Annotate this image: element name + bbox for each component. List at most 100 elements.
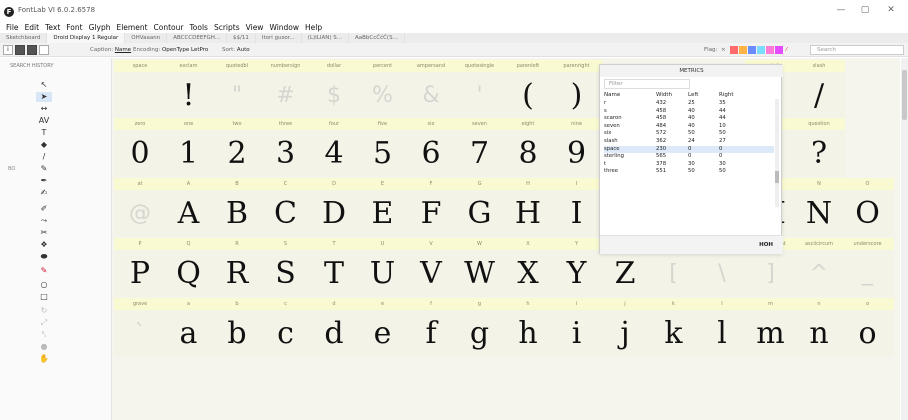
glyph-cell-O[interactable]: OO [841,178,894,237]
glyph-cell-F[interactable]: FF [405,178,457,237]
glyph-cell-nine[interactable]: nine 9 [550,118,603,177]
menu-element[interactable]: Element [113,22,150,33]
glyph-cell-W[interactable]: WW [453,238,506,297]
glyph-cell-X[interactable]: XX [502,238,554,297]
metrics-row[interactable]: scaron 458 40 44 [604,115,774,122]
glyph-cell-dollar[interactable]: dollar $ [308,60,360,119]
metrics-row[interactable]: space 230 0 0 [604,145,774,153]
metrics-scroll-thumb[interactable] [775,171,779,183]
grid-scrollbar[interactable] [901,58,908,420]
glyph-cell-slash[interactable]: slash / [793,60,845,119]
encoding-control[interactable]: Encoding: OpenType LetPro [133,46,208,54]
glyph-cell-seven[interactable]: seven 7 [453,118,506,177]
glyph-cell-two[interactable]: two 2 [211,118,263,177]
glyph-cell-j[interactable]: jj [599,298,651,357]
flag-color-4[interactable] [766,46,774,54]
menu-help[interactable]: Help [302,22,325,33]
menu-edit[interactable]: Edit [22,22,43,33]
flag-clear-button[interactable]: × [721,46,726,54]
tab-4[interactable]: $$/11 [227,33,256,43]
flag-color-0[interactable] [730,46,738,54]
glyph-cell-I[interactable]: II [550,178,603,237]
metrics-row[interactable]: slash 362 24 27 [604,138,774,145]
glyph-cell-S[interactable]: SS [259,238,312,297]
node-icon[interactable]: ❖ [36,240,52,250]
tab-3[interactable]: ABCCCDEEFGH... [167,33,228,43]
scale-icon[interactable]: ⤢ [36,318,52,328]
metrics-row[interactable]: three 551 50 50 [604,168,774,175]
glyph-cell-percent[interactable]: percent% [356,60,409,119]
metrics-row[interactable]: sterling 565 0 0 [604,153,774,160]
glyph-cell-underscore[interactable]: underscore _ [841,238,894,297]
flag-color-5[interactable] [775,46,783,54]
text-icon[interactable]: T [36,128,52,138]
panel-toggle-icon[interactable] [39,45,49,55]
glyph-cell-eight[interactable]: eight 8 [502,118,554,177]
col-right-header[interactable]: Right [719,91,733,99]
flag-color-2[interactable] [748,46,756,54]
glyph-cell-e[interactable]: ee [356,298,409,357]
glyph-cell-parenright[interactable]: parenright) [550,60,603,119]
glyph-cell-exclam[interactable]: exclam! [162,60,215,119]
search-input[interactable]: Search [810,45,904,55]
rapid-pen-icon[interactable]: ✐ [36,204,52,214]
tab-7[interactable]: AaBbCcĈčĈ(S... [349,33,405,43]
glyph-cell-asciicircum[interactable]: asciicircum ^ [793,238,845,297]
knife-icon[interactable]: ↔ [36,104,52,114]
flag-color-3[interactable] [757,46,765,54]
arrow-icon[interactable]: ↖ [36,80,52,90]
rectangle-icon[interactable]: □ [36,292,52,302]
glyph-cell-n[interactable]: nn [793,298,845,357]
eyedropper-icon[interactable]: ✎ [36,266,52,276]
glyph-cell-zero[interactable]: zero 0 [114,118,166,177]
menu-file[interactable]: File [3,22,22,33]
tab-2[interactable]: OHVaaann [125,33,168,43]
glyph-cell-m[interactable]: mm [744,298,797,357]
metrics-row[interactable]: t 378 30 30 [604,161,774,168]
brush-icon[interactable]: ✎ [36,164,52,174]
glyph-cell-question[interactable]: question? [793,118,845,177]
cells-view-icon[interactable] [15,45,25,55]
glyph-cell-P[interactable]: PP [114,238,166,297]
close-button[interactable]: ✕ [882,5,900,15]
col-name-header[interactable]: Name [604,91,620,99]
hand-icon[interactable]: ✋ [36,354,52,364]
list-view-icon[interactable] [27,45,37,55]
metrics-row[interactable]: seven 484 40 10 [604,123,774,130]
info-icon[interactable]: i [3,45,13,55]
eraser-icon[interactable]: ◆ [36,140,52,150]
metrics-scrollbar[interactable] [775,99,779,207]
glyph-cell-l[interactable]: ll [696,298,748,357]
magnify-icon[interactable]: ● [36,342,52,352]
glyph-cell-parenleft[interactable]: parenleft( [502,60,554,119]
glyph-cell-B[interactable]: BB [211,178,263,237]
glyph-cell-a[interactable]: aa [162,298,215,357]
minimize-button[interactable]: — [832,5,850,15]
glyph-cell-i[interactable]: ii [550,298,603,357]
menu-glyph[interactable]: Glyph [86,22,114,33]
glyph-cell-three[interactable]: three 3 [259,118,312,177]
glyph-cell-b[interactable]: bb [211,298,263,357]
glyph-cell-one[interactable]: one 1 [162,118,215,177]
glyph-cell-at[interactable]: at @ [114,178,166,237]
glyph-cell-space[interactable]: space [114,60,166,119]
glyph-cell-o[interactable]: oo [841,298,894,357]
glyph-cell-Q[interactable]: QQ [162,238,215,297]
calligraphy-icon[interactable]: ✍ [36,188,52,198]
menu-font[interactable]: Font [63,22,85,33]
glyph-cell-k[interactable]: kk [647,298,700,357]
tab-6[interactable]: (L)ILIAN) S... [302,33,349,43]
rotate-icon[interactable]: ↻ [36,306,52,316]
glyph-cell-U[interactable]: UU [356,238,409,297]
metrics-filter-input[interactable]: Filter [604,79,690,89]
glyph-cell-E[interactable]: EE [356,178,409,237]
glyph-cell-c[interactable]: cc [259,298,312,357]
sort-control[interactable]: Sort: Auto [222,46,250,54]
caption-control[interactable]: Caption: Name [90,46,131,54]
fill-icon[interactable]: ⬬ [36,252,52,262]
glyph-cell-Y[interactable]: YY [550,238,603,297]
slant-icon[interactable]: ⤣ [36,330,52,340]
maximize-button[interactable]: ▢ [856,5,874,15]
glyph-cell-ampersand[interactable]: ampersand & [405,60,457,119]
menu-contour[interactable]: Contour [151,22,187,33]
